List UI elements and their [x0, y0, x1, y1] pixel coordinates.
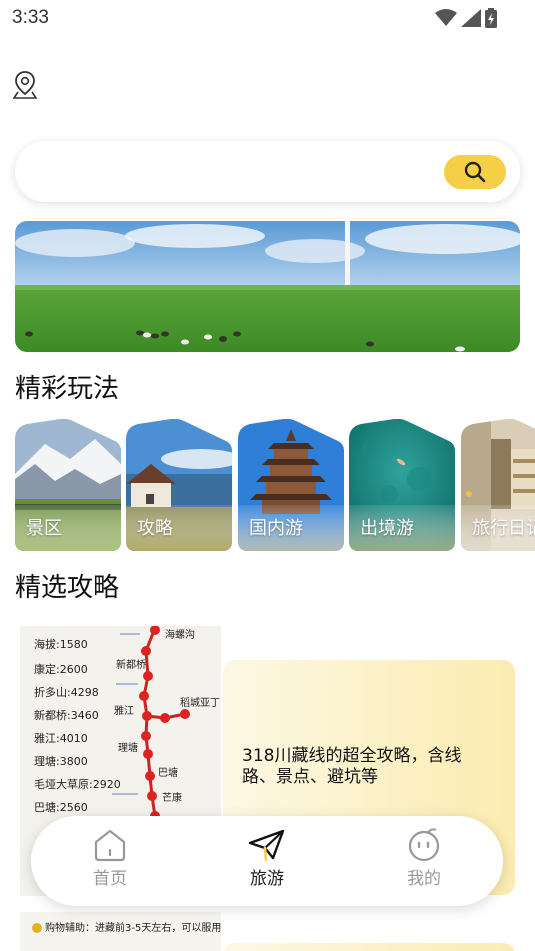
nav-mine[interactable]: 我的 — [384, 828, 464, 898]
map-text: 康定:2600 — [34, 662, 88, 676]
category-scenic[interactable]: 景区 — [15, 419, 121, 551]
map-text: 理塘 — [118, 741, 138, 754]
map-text: 雅江:4010 — [34, 731, 88, 745]
section-title-featured: 精彩玩法 — [15, 374, 120, 404]
map-text: 雅江 — [114, 704, 134, 717]
location-icon[interactable] — [12, 70, 38, 100]
search-icon — [464, 161, 486, 183]
nav-travel[interactable]: 旅游 — [227, 828, 307, 898]
guide-note-illustration: 购物辅助：进藏前3-5天左右，可以服用高原安 — [20, 912, 221, 951]
category-label: 攻略 — [137, 518, 173, 539]
wifi-icon — [435, 9, 457, 26]
paper-plane-icon — [248, 829, 285, 862]
signal-icon — [461, 9, 481, 27]
nav-home[interactable]: 首页 — [70, 828, 150, 898]
guide-title: 318川藏线的超全攻略，含线路、景点、避坑等 — [242, 746, 462, 787]
category-diary[interactable]: 旅行日记 — [461, 419, 535, 551]
category-guide[interactable]: 攻略 — [126, 419, 232, 551]
category-label: 出境游 — [360, 518, 414, 539]
battery-icon — [485, 8, 497, 28]
map-text: 海拔:1580 — [34, 637, 88, 651]
nav-home-label: 首页 — [93, 869, 127, 889]
map-text: 巴塘:2560 — [34, 800, 88, 814]
category-outbound[interactable]: 出境游 — [349, 419, 455, 551]
map-text: 毛垭大草原:2920 — [34, 777, 121, 791]
home-icon — [94, 829, 126, 862]
map-text: 购物辅助：进藏前3-5天左右，可以服用高原安 — [45, 921, 221, 934]
search-input[interactable] — [37, 153, 437, 189]
map-text: 折多山:4298 — [34, 685, 99, 699]
screen: 3:33 精彩玩法 景区 攻略 国内游 出境游 旅行日 精选攻略 海拔:1580… — [0, 0, 535, 951]
search-bar — [15, 141, 520, 202]
category-list: 景区 攻略 国内游 出境游 旅行日 — [15, 419, 535, 551]
nav-mine-label: 我的 — [407, 869, 441, 889]
map-text: 新都桥:3460 — [34, 708, 99, 722]
profile-face-icon — [408, 828, 440, 862]
nav-travel-label: 旅游 — [250, 869, 284, 889]
banner-grassland-image — [15, 221, 520, 352]
map-text: 新都桥 — [116, 658, 146, 671]
bottom-nav: 首页 旅游 我的 — [31, 816, 503, 906]
map-text: 稻城亚丁 — [180, 697, 220, 709]
category-label: 景区 — [26, 518, 62, 539]
guide-image-second[interactable]: 购物辅助：进藏前3-5天左右，可以服用高原安 — [20, 912, 221, 951]
map-text: 海螺沟 — [165, 628, 195, 641]
section-title-guides: 精选攻略 — [15, 573, 120, 603]
banner[interactable] — [15, 221, 520, 352]
category-domestic[interactable]: 国内游 — [238, 419, 344, 551]
category-label: 国内游 — [249, 518, 303, 539]
status-icons — [435, 8, 497, 28]
map-text: 巴塘 — [158, 766, 178, 779]
category-label: 旅行日记 — [472, 518, 535, 539]
status-bar: 3:33 — [0, 0, 535, 36]
guide-card-second[interactable] — [223, 943, 515, 951]
map-text: 理塘:3800 — [34, 754, 88, 768]
status-time: 3:33 — [12, 7, 49, 28]
search-button[interactable] — [444, 155, 506, 189]
map-text: 芒康 — [162, 791, 182, 804]
